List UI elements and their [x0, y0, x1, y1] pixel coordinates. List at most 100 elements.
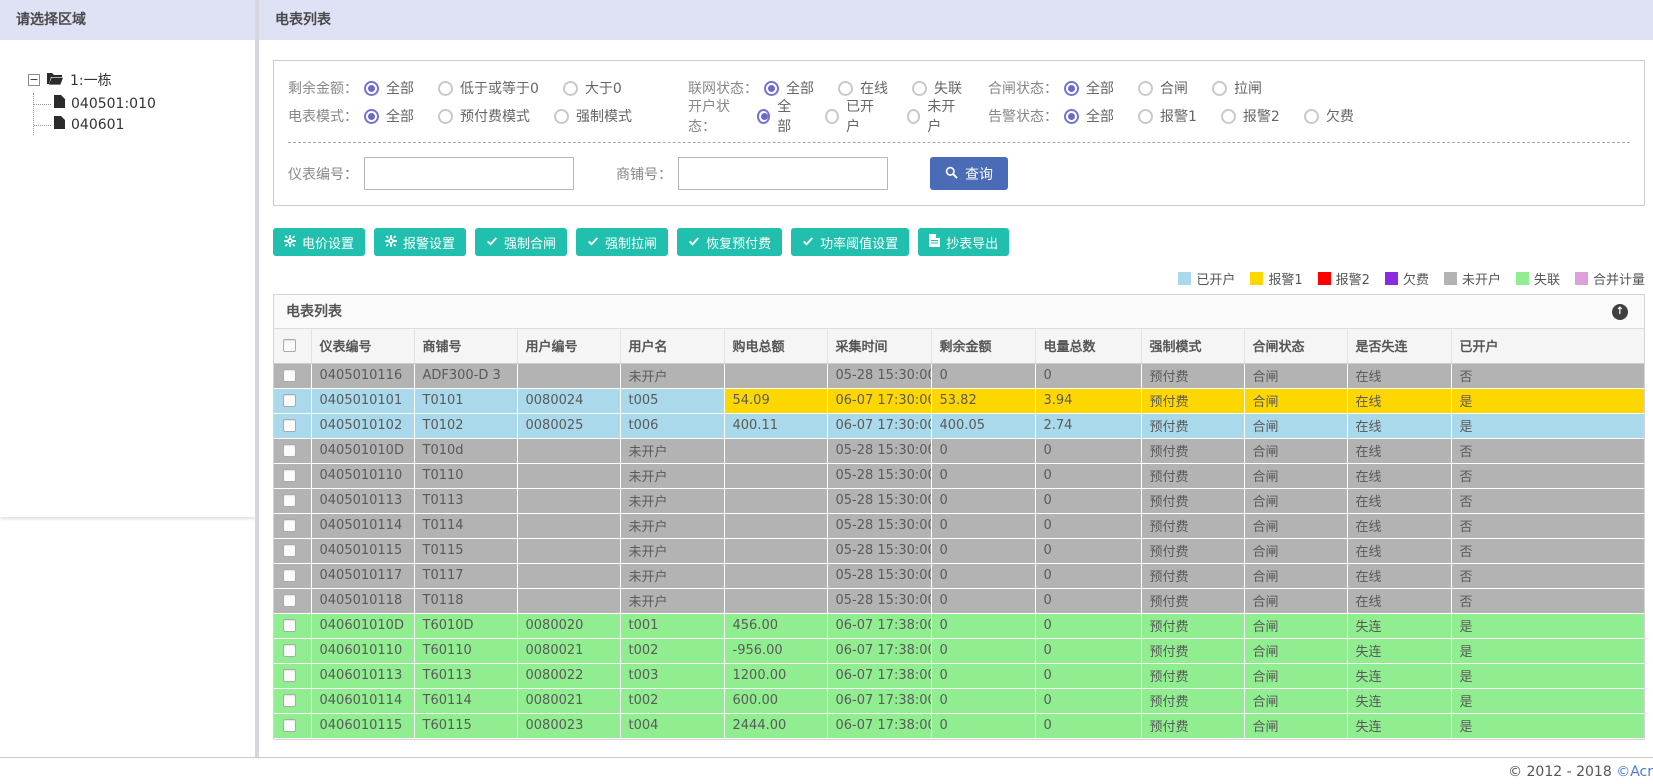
radio-selected-icon[interactable]	[1064, 80, 1079, 96]
select-all-checkbox[interactable]	[283, 339, 296, 353]
radio-unselected-icon[interactable]	[1220, 108, 1236, 124]
radio-option[interactable]: 全部	[364, 78, 414, 98]
radio-option[interactable]: 报警1	[1138, 106, 1197, 126]
toolbar-button[interactable]: 抄表导出	[918, 228, 1010, 256]
radio-selected-icon[interactable]	[364, 80, 379, 96]
radio-option[interactable]: 失联	[912, 78, 962, 98]
radio-selected-icon[interactable]	[364, 108, 379, 124]
radio-option[interactable]: 全部	[764, 78, 814, 98]
table-row[interactable]: 0405010116 ADF300-D 3 未开户 05-28 15:30:00 0 0 预…	[274, 363, 1644, 389]
radio-selected-icon[interactable]	[1064, 108, 1079, 124]
toolbar-button[interactable]: 强制拉闸	[576, 228, 669, 256]
row-checkbox[interactable]	[283, 544, 296, 557]
meter-no-input[interactable]	[364, 157, 574, 190]
row-checkbox[interactable]	[283, 394, 296, 407]
cell	[517, 488, 621, 514]
row-checkbox[interactable]	[283, 519, 296, 532]
toolbar-button[interactable]: 报警设置	[374, 228, 467, 256]
collapse-panel-icon[interactable]: ↑	[1612, 304, 1628, 320]
radio-unselected-icon[interactable]	[825, 108, 840, 124]
row-checkbox[interactable]	[283, 419, 296, 432]
radio-unselected-icon[interactable]	[554, 108, 569, 124]
shop-no-input[interactable]	[678, 157, 888, 190]
tree-root-node[interactable]: − 1:一栋	[28, 70, 255, 90]
tree-item[interactable]: 040601	[34, 114, 255, 135]
radio-option[interactable]: 大于0	[562, 78, 622, 98]
query-button[interactable]: 查询	[930, 157, 1008, 190]
radio-unselected-icon[interactable]	[912, 80, 927, 96]
copyright-link[interactable]: ©Acr	[1616, 764, 1653, 780]
row-checkbox[interactable]	[283, 619, 296, 632]
radio-selected-icon[interactable]	[756, 108, 771, 124]
radio-option[interactable]: 预付费模式	[438, 106, 530, 126]
table-row[interactable]: 0406010113 T60113 0080022 t003 1200.00 06-07 …	[274, 663, 1644, 689]
row-checkbox[interactable]	[283, 719, 296, 732]
cell: 0405010116	[311, 363, 415, 389]
table-row[interactable]: 0405010118 T0118 未开户 05-28 15:30:00 0 0 预付费 合闸在…	[274, 588, 1644, 614]
folder-icon	[47, 72, 63, 89]
radio-unselected-icon[interactable]	[438, 80, 453, 96]
cell: 05-28 15:30:00	[827, 563, 932, 589]
radio-unselected-icon[interactable]	[838, 80, 853, 96]
row-checkbox[interactable]	[283, 644, 296, 657]
radio-unselected-icon[interactable]	[1303, 108, 1319, 124]
radio-option[interactable]: 欠费	[1303, 106, 1354, 126]
toolbar-button[interactable]: 功率阈值设置	[791, 228, 910, 256]
row-checkbox[interactable]	[283, 444, 296, 457]
toolbar-button[interactable]: 电价设置	[273, 228, 366, 256]
row-checkbox[interactable]	[283, 669, 296, 682]
table-row[interactable]: 0405010101 T0101 0080024 t005 54.09 06-07 17:…	[274, 388, 1644, 414]
row-checkbox[interactable]	[283, 469, 296, 482]
radio-unselected-icon[interactable]	[562, 80, 578, 96]
table-row[interactable]: 0405010114 T0114 未开户 05-28 15:30:00 0 0 预付费 合闸在…	[274, 513, 1644, 539]
table-row[interactable]: 0405010113 T0113 未开户 05-28 15:30:00 0 0 预付费 合闸在…	[274, 488, 1644, 514]
table-row[interactable]: 040501010D T010d 未开户 05-28 15:30:00 0 0 预付费 合闸在…	[274, 438, 1644, 464]
radio-unselected-icon[interactable]	[906, 108, 921, 124]
radio-option[interactable]: 强制模式	[554, 106, 632, 126]
table-row[interactable]: 0406010114 T60114 0080021 t002 600.00 06-07 1…	[274, 688, 1644, 714]
radio-unselected-icon[interactable]	[1212, 80, 1227, 96]
table-row[interactable]: 0406010110 T60110 0080021 t002 -956.00 06-07 …	[274, 638, 1644, 664]
row-checkbox[interactable]	[283, 594, 296, 607]
radio-unselected-icon[interactable]	[1138, 108, 1153, 124]
radio-option[interactable]: 在线	[838, 78, 888, 98]
cell: 0405010115	[311, 538, 415, 564]
radio-option[interactable]: 全部	[364, 106, 414, 126]
toolbar-button-label: 抄表导出	[946, 235, 999, 251]
radio-option[interactable]: 全部	[1064, 78, 1114, 98]
row-checkbox[interactable]	[283, 369, 296, 382]
cell: 未开户	[620, 363, 725, 389]
radio-option[interactable]: 低于或等于0	[438, 78, 539, 98]
cell: 合闸	[1244, 638, 1348, 664]
cell	[724, 488, 828, 514]
radio-option[interactable]: 拉闸	[1212, 78, 1262, 98]
radio-option[interactable]: 全部	[756, 96, 802, 136]
toolbar-button[interactable]: 强制合闸	[475, 228, 568, 256]
cell: 0	[1035, 563, 1142, 589]
radio-unselected-icon[interactable]	[1138, 80, 1153, 96]
legend-label: 合并计量	[1592, 273, 1645, 288]
radio-selected-icon[interactable]	[764, 80, 779, 96]
table-row[interactable]: 0405010117 T0117 未开户 05-28 15:30:00 0 0 预付费 合闸在…	[274, 563, 1644, 589]
table-row[interactable]: 0406010115 T60115 0080023 t004 2444.00 06-07 …	[274, 713, 1644, 739]
cell: 失连	[1347, 663, 1452, 689]
column-header: 用户编号	[517, 329, 621, 364]
table-row[interactable]: 0405010102 T0102 0080025 t006 400.11 06-07 17…	[274, 413, 1644, 439]
radio-option[interactable]: 全部	[1064, 106, 1114, 126]
row-checkbox[interactable]	[283, 494, 296, 507]
toolbar-button[interactable]: 恢复预付费	[677, 228, 783, 256]
radio-option[interactable]: 已开户	[825, 96, 882, 136]
tree-item[interactable]: 040501:010	[34, 93, 255, 114]
table-row[interactable]: 0405010110 T0110 未开户 05-28 15:30:00 0 0 预付费 合闸在…	[274, 463, 1644, 489]
radio-option[interactable]: 合闸	[1138, 78, 1188, 98]
radio-unselected-icon[interactable]	[438, 108, 453, 124]
cell: 未开户	[620, 563, 725, 589]
tree-collapse-icon[interactable]: −	[28, 74, 40, 86]
table-row[interactable]: 0405010115 T0115 未开户 05-28 15:30:00 0 0 预付费 合闸在…	[274, 538, 1644, 564]
cell: 0080021	[517, 638, 621, 664]
table-row[interactable]: 040601010D T6010D 0080020 t001 456.00 06-07 1…	[274, 613, 1644, 639]
radio-option[interactable]: 未开户	[906, 96, 964, 136]
radio-option[interactable]: 报警2	[1220, 106, 1280, 126]
row-checkbox[interactable]	[283, 569, 296, 582]
row-checkbox[interactable]	[283, 694, 296, 707]
